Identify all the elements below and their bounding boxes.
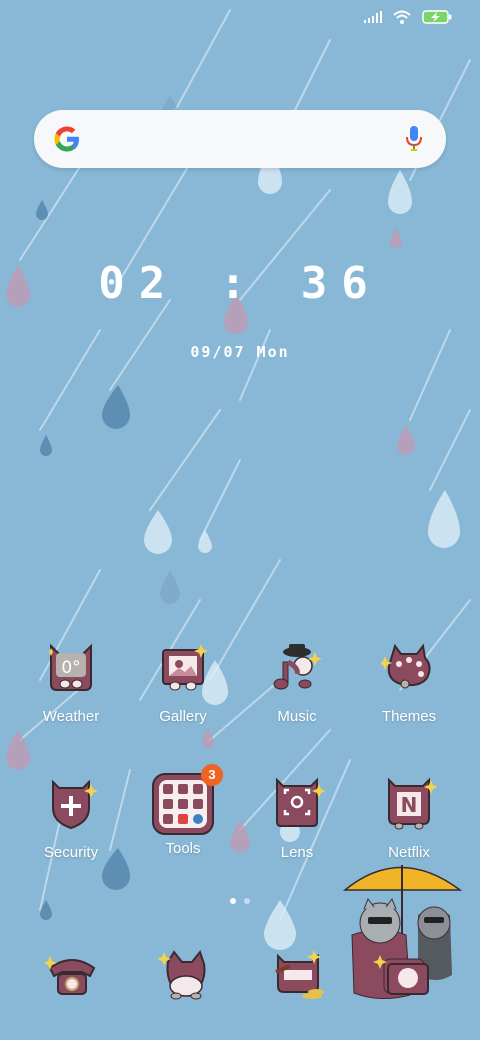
mic-icon[interactable] [404,124,424,154]
google-g-icon [54,126,79,152]
app-lens[interactable]: Lens [242,776,352,861]
tools-folder-icon: 3 [152,764,223,835]
google-search-bar[interactable] [34,110,446,168]
app-label: Themes [381,708,437,725]
app-label: Lens [280,844,314,861]
battery-charging-icon [422,10,452,24]
app-gallery[interactable]: Gallery [128,640,238,725]
app-label: Gallery [159,708,207,725]
app-label: Music [277,708,317,725]
weather-icon: 0° [49,643,92,691]
themes-icon [378,643,431,689]
messages-icon[interactable] [158,946,214,1002]
netflix-icon: N [388,777,438,830]
weather-temp: 0° [61,658,80,678]
app-tools-folder[interactable]: 3 Tools [128,764,238,857]
phone-icon[interactable] [44,946,100,1002]
browser-icon[interactable] [380,946,436,1002]
app-themes[interactable]: Themes [354,640,464,725]
security-icon [52,779,98,830]
lens-icon [276,777,326,827]
clock-time[interactable]: 02 : 36 [0,258,480,309]
app-netflix[interactable]: N Netflix [354,776,464,861]
clock-date[interactable]: 09/07 Mon [0,343,480,361]
netflix-glyph: N [401,793,418,817]
app-weather[interactable]: 0° Weather [16,640,126,725]
app-music[interactable]: Music [242,640,352,725]
status-bar [364,10,452,24]
app-label: Security [43,844,99,861]
notification-badge: 3 [201,764,223,786]
app-label: Weather [42,708,100,725]
wifi-icon [393,10,411,24]
page-dot-active[interactable] [230,898,236,904]
app-security[interactable]: Security [16,776,126,861]
page-dot[interactable] [244,898,250,904]
music-icon [273,644,322,690]
camera-icon[interactable] [270,946,326,1002]
gallery-icon [162,644,208,691]
app-label: Tools [165,840,201,857]
signal-icon [364,11,382,23]
